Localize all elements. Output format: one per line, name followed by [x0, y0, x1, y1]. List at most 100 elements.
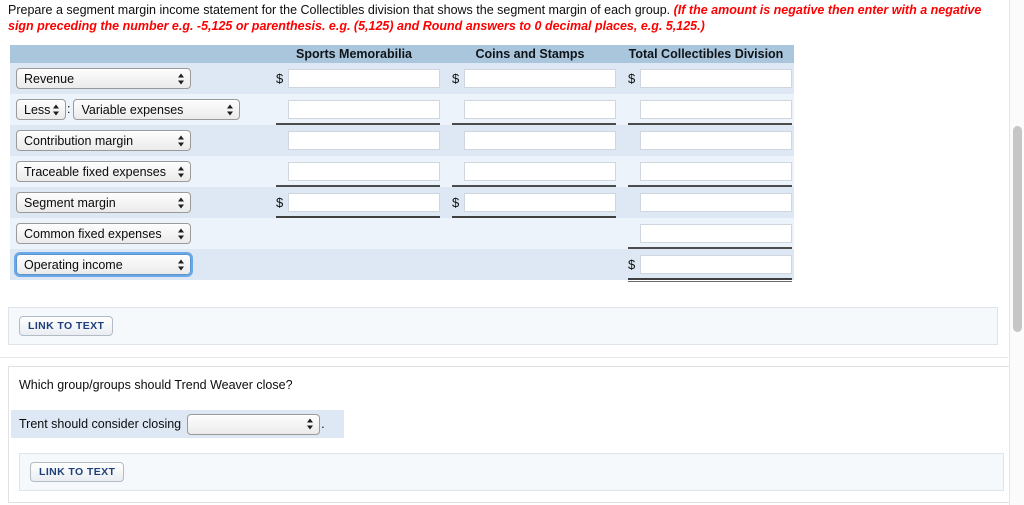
amount-cell: $	[442, 156, 618, 187]
amount-cell: $	[442, 94, 618, 125]
question-2-text: Which group/groups should Trend Weaver c…	[19, 378, 293, 392]
amount-cell-inner: $	[266, 218, 442, 249]
row-account-select[interactable]: Revenue	[16, 68, 191, 89]
table-row: Common fixed expenses$$$	[10, 218, 794, 249]
amount-input[interactable]	[640, 131, 792, 150]
amount-input[interactable]	[288, 131, 440, 150]
currency-symbol: $	[452, 71, 460, 86]
select-arrows-icon	[178, 258, 185, 271]
amount-cell-inner: $	[618, 94, 794, 125]
amount-input[interactable]	[464, 162, 616, 181]
column-header-total-collectibles-division: Total Collectibles Division	[618, 45, 794, 63]
amount-input[interactable]	[464, 193, 616, 212]
amount-input[interactable]	[640, 224, 792, 243]
select-arrows-icon	[178, 227, 185, 240]
table-row: Segment margin $ $ $	[10, 187, 794, 220]
table-header-row: Sports Memorabilia Coins and Stamps Tota…	[10, 45, 794, 63]
amount-cell-inner: $	[266, 156, 442, 187]
column-header-sports-memorabilia: Sports Memorabilia	[266, 45, 442, 63]
page-scrollbar-thumb[interactable]	[1013, 126, 1022, 332]
currency-symbol: $	[628, 71, 636, 86]
row-account-select-value: Revenue	[24, 71, 75, 86]
amount-cell-inner: $	[442, 187, 618, 218]
amount-cell-inner: $	[442, 156, 618, 187]
amount-input[interactable]	[288, 193, 440, 212]
row-label-cell: Revenue	[10, 63, 266, 94]
row-label-cell: Segment margin	[10, 187, 266, 218]
row-account-select-value: Contribution margin	[24, 133, 134, 148]
row-account-select[interactable]: Operating income	[14, 252, 193, 277]
amount-cell: $	[618, 187, 794, 218]
row-account-select[interactable]: Contribution margin	[16, 130, 191, 151]
amount-input[interactable]	[640, 255, 792, 274]
section-divider	[0, 357, 1008, 364]
amount-cell-inner: $	[266, 249, 442, 280]
amount-cell: $	[266, 156, 442, 187]
amount-cell-inner: $	[618, 156, 794, 187]
amount-cell: $	[266, 125, 442, 156]
question-2-answer-row: Trent should consider closing .	[11, 410, 344, 438]
amount-cell-inner: $	[442, 125, 618, 156]
link-to-text-button-1[interactable]: LINK TO TEXT	[19, 316, 114, 336]
amount-cell: $	[266, 218, 442, 249]
amount-cell-inner: $	[442, 218, 618, 249]
amount-cell: $	[618, 125, 794, 156]
exercise-page: Prepare a segment margin income statemen…	[0, 0, 1024, 505]
answer-prefix-label: Trent should consider closing	[19, 417, 182, 431]
row-account-select[interactable]: Traceable fixed expenses	[16, 161, 191, 182]
segment-margin-statement-table: Sports Memorabilia Coins and Stamps Tota…	[10, 45, 794, 282]
row-prefix-select[interactable]: Less	[16, 99, 66, 120]
row-account-select[interactable]: Common fixed expenses	[16, 223, 191, 244]
question-2-panel: Which group/groups should Trend Weaver c…	[8, 366, 1013, 503]
table-header: Sports Memorabilia Coins and Stamps Tota…	[10, 45, 794, 63]
amount-input[interactable]	[288, 69, 440, 88]
amount-input[interactable]	[464, 69, 616, 88]
table-row: Revenue $ $ $	[10, 63, 794, 94]
amount-cell-inner: $	[618, 249, 794, 280]
question-prompt: Prepare a segment margin income statemen…	[0, 0, 1000, 34]
close-group-select[interactable]	[187, 413, 321, 435]
amount-cell: $	[266, 187, 442, 220]
table-row: Traceable fixed expenses$$$	[10, 156, 794, 187]
amount-cell: $	[266, 94, 442, 125]
amount-cell: $	[618, 249, 794, 282]
currency-symbol: $	[452, 195, 460, 210]
row-label-cell: Traceable fixed expenses	[10, 156, 266, 187]
amount-input[interactable]	[640, 193, 792, 212]
row-account-select[interactable]: Segment margin	[16, 192, 191, 213]
row-account-select[interactable]: Variable expenses	[73, 99, 241, 120]
currency-symbol: $	[276, 195, 284, 210]
row-account-select-value: Segment margin	[24, 195, 116, 210]
row-separator: :	[67, 101, 71, 116]
total-double-rule	[628, 278, 792, 282]
currency-symbol: $	[276, 71, 284, 86]
column-header-label	[10, 45, 266, 63]
amount-cell-inner: $	[442, 94, 618, 125]
row-account-select-value: Operating income	[24, 257, 123, 272]
amount-cell: $	[618, 94, 794, 125]
prompt-main-text: Prepare a segment margin income statemen…	[8, 3, 671, 17]
row-account-select-value: Common fixed expenses	[24, 226, 162, 241]
amount-input[interactable]	[640, 162, 792, 181]
row-label-cell: Contribution margin	[10, 125, 266, 156]
row-label-cell: Operating income	[10, 249, 266, 280]
table-row: Contribution margin$$$	[10, 125, 794, 156]
link-to-text-button-2[interactable]: LINK TO TEXT	[30, 462, 125, 482]
amount-cell-inner: $	[618, 218, 794, 249]
amount-input[interactable]	[464, 131, 616, 150]
select-arrows-icon	[53, 103, 60, 116]
amount-cell-inner: $	[266, 94, 442, 125]
table-row: Less:Variable expenses$$$	[10, 94, 794, 125]
amount-cell-inner: $	[618, 187, 794, 218]
answer-suffix-period: .	[321, 417, 325, 431]
page-scrollbar[interactable]	[1009, 0, 1024, 505]
select-arrows-icon	[178, 196, 185, 209]
table-row: Operating income$$$	[10, 249, 794, 282]
row-prefix-select-value: Less	[24, 102, 51, 117]
amount-input[interactable]	[288, 100, 440, 119]
amount-cell-inner: $	[266, 125, 442, 156]
amount-input[interactable]	[640, 69, 792, 88]
amount-input[interactable]	[464, 100, 616, 119]
amount-input[interactable]	[640, 100, 792, 119]
amount-input[interactable]	[288, 162, 440, 181]
